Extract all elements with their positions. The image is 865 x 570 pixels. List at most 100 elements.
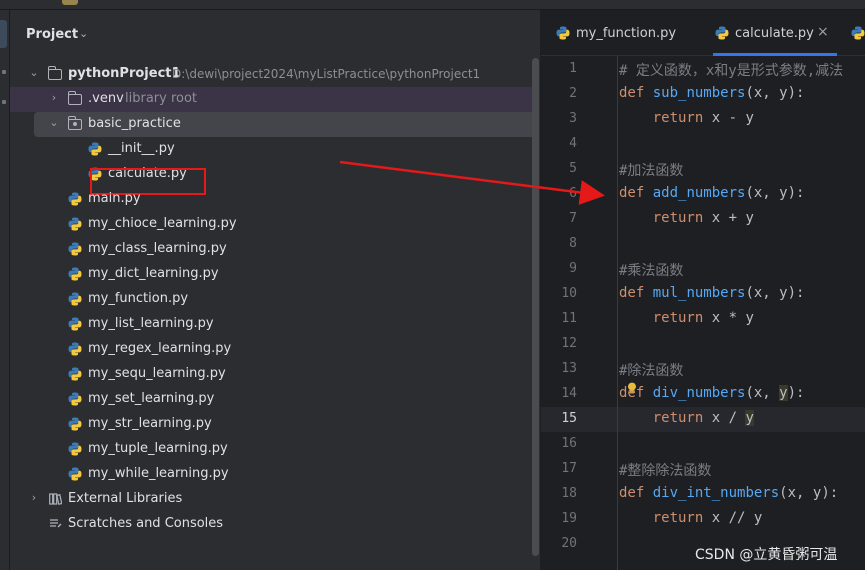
watermark: CSDN @立黄昏粥可温 — [695, 547, 838, 563]
python-file-icon — [68, 367, 82, 381]
code-line-2[interactable]: def sub_numbers(x, y): — [619, 85, 804, 101]
code-line-15[interactable]: return x / y — [619, 410, 754, 426]
tree-row-basic-practice[interactable]: ⌄ basic_practice — [10, 112, 540, 137]
venv-name: .venv — [88, 91, 124, 106]
line-number[interactable]: 12 — [541, 336, 577, 351]
file-name: my_list_learning.py — [88, 316, 214, 331]
line-number[interactable]: 2 — [541, 86, 577, 101]
python-file-icon — [68, 267, 82, 281]
library-icon — [49, 493, 62, 505]
tree-row-file[interactable]: my_function.py — [10, 287, 540, 312]
line-number[interactable]: 4 — [541, 136, 577, 151]
python-file-icon — [68, 417, 82, 431]
chevron-right-icon[interactable]: › — [28, 491, 40, 504]
tree-row-scratches[interactable]: Scratches and Consoles — [10, 512, 540, 537]
root-name: pythonProject1 — [68, 66, 181, 81]
file-name: main.py — [88, 191, 141, 206]
tree-row-external-libraries[interactable]: › External Libraries — [10, 487, 540, 512]
tool-icon[interactable] — [2, 70, 6, 74]
tree-row-file[interactable]: my_regex_learning.py — [10, 337, 540, 362]
file-name: __init__.py — [108, 141, 175, 156]
tree-row-file[interactable]: my_sequ_learning.py — [10, 362, 540, 387]
panel-title[interactable]: Project — [26, 27, 78, 42]
file-name: my_regex_learning.py — [88, 341, 232, 356]
code-line-7[interactable]: return x + y — [619, 210, 754, 226]
tree-row-file[interactable]: __init__.py — [10, 137, 540, 162]
tab-overflow[interactable] — [847, 10, 865, 55]
python-file-icon — [68, 392, 82, 406]
chevron-down-icon[interactable]: ⌄ — [79, 27, 88, 40]
line-number[interactable]: 15 — [541, 411, 577, 426]
python-file-icon — [88, 142, 102, 156]
line-number[interactable]: 3 — [541, 111, 577, 126]
python-file-icon — [68, 342, 82, 356]
line-number[interactable]: 8 — [541, 236, 577, 251]
line-number[interactable]: 9 — [541, 261, 577, 276]
chevron-down-icon[interactable]: ⌄ — [28, 66, 40, 79]
code-line-18[interactable]: def div_int_numbers(x, y): — [619, 485, 838, 501]
tab-label: calculate.py — [735, 26, 814, 41]
line-number[interactable]: 11 — [541, 311, 577, 326]
chevron-right-icon[interactable]: › — [48, 91, 60, 104]
line-number[interactable]: 5 — [541, 161, 577, 176]
file-name: my_str_learning.py — [88, 416, 212, 431]
tree-row-root[interactable]: ⌄ pythonProject1 D:\dewi\project2024\myL… — [10, 62, 540, 87]
code-line-14[interactable]: def div_numbers(x, y): — [619, 385, 804, 401]
tab-calculate[interactable]: calculate.py × — [707, 10, 837, 56]
scrollbar-thumb[interactable] — [532, 58, 539, 556]
editor-area: my_function.py calculate.py × 1234567891… — [541, 10, 865, 570]
line-number[interactable]: 1 — [541, 61, 577, 76]
code-line-3[interactable]: return x - y — [619, 110, 754, 126]
line-number[interactable]: 18 — [541, 486, 577, 501]
tree-row-file[interactable]: my_list_learning.py — [10, 312, 540, 337]
tree-row-file[interactable]: my_str_learning.py — [10, 412, 540, 437]
code-line-5[interactable]: #加法函数 — [619, 160, 683, 180]
code-line-17[interactable]: #整除除法函数 — [619, 460, 711, 480]
code-line-11[interactable]: return x * y — [619, 310, 754, 326]
tab-label: my_function.py — [576, 26, 677, 41]
line-number[interactable]: 14 — [541, 386, 577, 401]
tab-my-function[interactable]: my_function.py — [541, 10, 699, 55]
tree-row-file[interactable]: my_while_learning.py — [10, 462, 540, 487]
external-libraries-label: External Libraries — [68, 491, 183, 506]
line-number[interactable]: 6 — [541, 186, 577, 201]
tree-row-file[interactable]: my_class_learning.py — [10, 237, 540, 262]
tool-window-strip — [0, 10, 10, 570]
tree-row-file[interactable]: main.py — [10, 187, 540, 212]
tree-row-venv[interactable]: › .venv library root — [10, 87, 540, 112]
code-line-19[interactable]: return x // y — [619, 510, 763, 526]
line-number[interactable]: 17 — [541, 461, 577, 476]
tree-row-file[interactable]: my_dict_learning.py — [10, 262, 540, 287]
close-icon[interactable]: × — [817, 24, 829, 40]
line-number[interactable]: 20 — [541, 536, 577, 551]
tree-row-file[interactable]: my_chioce_learning.py — [10, 212, 540, 237]
folder-icon — [47, 66, 62, 80]
code-line-9[interactable]: #乘法函数 — [619, 260, 683, 280]
folder-icon — [67, 91, 82, 105]
chevron-down-icon[interactable]: ⌄ — [48, 116, 60, 129]
code-line-1[interactable]: # 定义函数，x和y是形式参数,减法 — [619, 60, 843, 80]
file-name: my_dict_learning.py — [88, 266, 219, 281]
code-line-6[interactable]: def add_numbers(x, y): — [619, 185, 804, 201]
tree-row-file[interactable]: my_set_learning.py — [10, 387, 540, 412]
code-line-13[interactable]: #除法函数 — [619, 360, 683, 380]
python-file-icon — [68, 467, 82, 481]
file-name: my_class_learning.py — [88, 241, 227, 256]
line-number[interactable]: 7 — [541, 211, 577, 226]
library-root-badge: library root — [125, 91, 198, 106]
line-number[interactable]: 19 — [541, 511, 577, 526]
tool-icon[interactable] — [2, 100, 6, 104]
line-number[interactable]: 10 — [541, 286, 577, 301]
line-number[interactable]: 13 — [541, 361, 577, 376]
scratches-icon — [50, 519, 62, 528]
project-tool-button[interactable] — [0, 20, 7, 48]
python-file-icon — [68, 192, 82, 206]
file-name: my_while_learning.py — [88, 466, 229, 481]
code-line-10[interactable]: def mul_numbers(x, y): — [619, 285, 804, 301]
tree-row-file[interactable]: my_tuple_learning.py — [10, 437, 540, 462]
scratches-label: Scratches and Consoles — [68, 516, 224, 531]
intention-bulb-icon[interactable] — [627, 382, 637, 395]
line-number-gutter: 1 2 3 4 5 6 7 8 9 10 11 12 13 14 15 16 17 18 19 20 — [541, 56, 589, 570]
line-number[interactable]: 16 — [541, 436, 577, 451]
package-folder-icon — [67, 116, 82, 130]
